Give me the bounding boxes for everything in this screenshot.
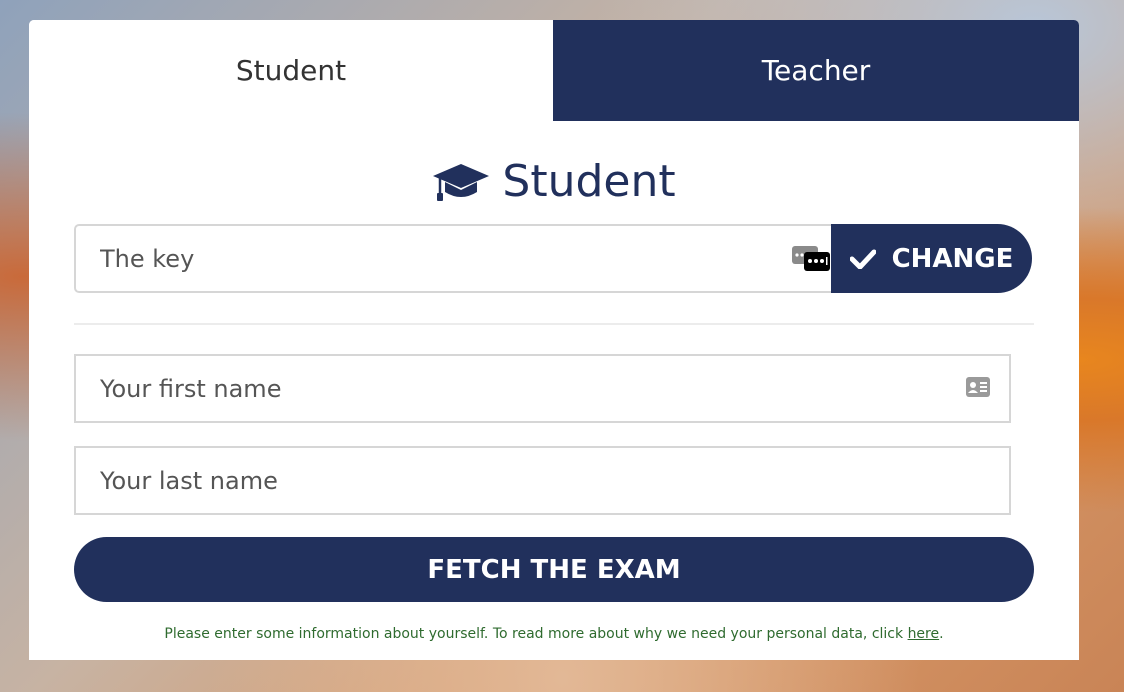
id-card-icon [966,377,990,397]
change-label: CHANGE [891,243,1014,274]
check-icon [849,249,876,269]
fetch-exam-button[interactable]: FETCH THE EXAM [74,537,1034,602]
privacy-link[interactable]: here [908,626,940,642]
first-name-row [74,354,1011,423]
key-input[interactable] [74,224,832,293]
key-row: CHANGE [74,224,1032,293]
tab-bar: Student Teacher [29,20,1079,121]
tab-teacher[interactable]: Teacher [553,20,1079,121]
tab-student[interactable]: Student [29,20,553,121]
change-button[interactable]: CHANGE [831,224,1032,293]
last-name-field[interactable] [74,446,1011,515]
privacy-note-text: Please enter some information about your… [164,626,908,642]
privacy-note: Please enter some information about your… [29,626,1079,642]
first-name-field[interactable] [74,354,1011,423]
password-manager-icon[interactable] [792,244,832,273]
login-card: Student Teacher Student CHANGE [29,20,1079,660]
divider [74,323,1034,325]
privacy-note-end: . [939,626,944,642]
graduation-cap-icon [433,163,490,201]
form-title: Student [502,156,676,207]
last-name-row [74,446,1011,515]
form-heading: Student [29,156,1079,207]
